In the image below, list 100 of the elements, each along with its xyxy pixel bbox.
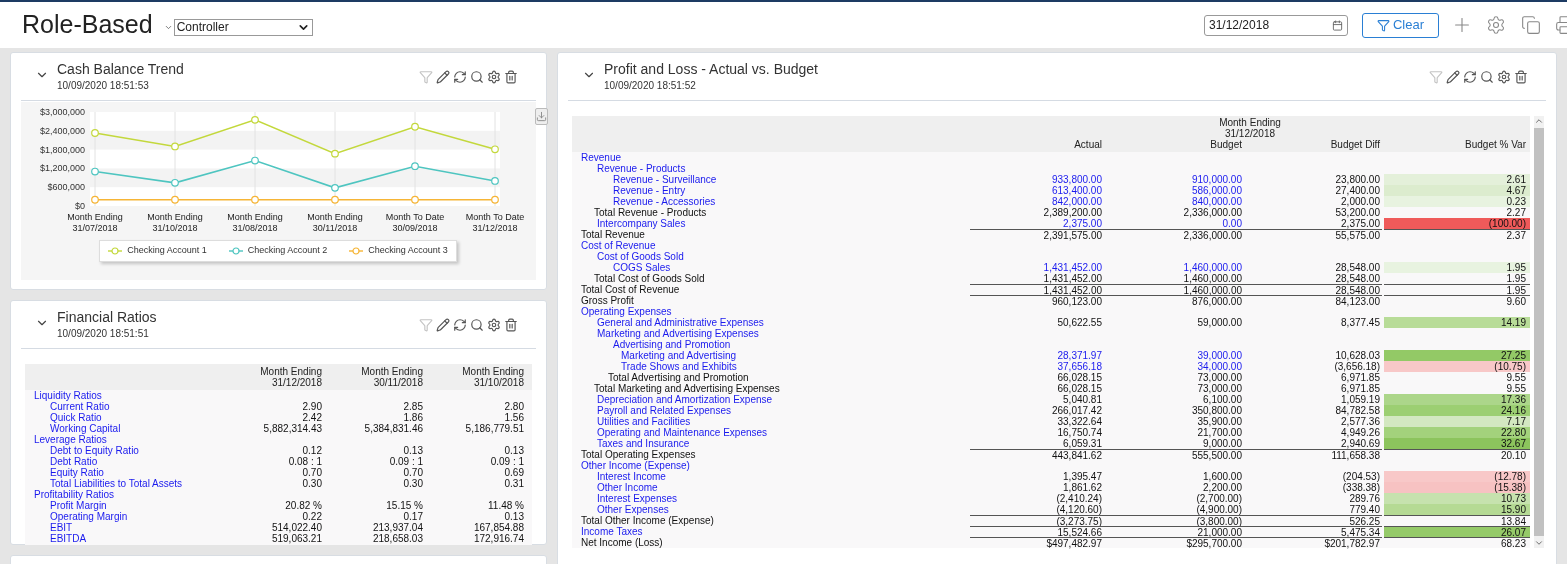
- table-cell[interactable]: 910,000.00: [1104, 174, 1244, 185]
- scroll-down-icon[interactable]: [1534, 538, 1544, 548]
- table-cell[interactable]: 2,375.00: [970, 218, 1104, 229]
- table-cell[interactable]: 28,371.97: [970, 350, 1104, 361]
- trash-icon[interactable]: [504, 70, 518, 84]
- search-icon[interactable]: [470, 318, 484, 332]
- account-link[interactable]: Marketing and Advertising: [572, 350, 970, 361]
- ratio-link[interactable]: Profit Margin: [25, 500, 222, 511]
- account-link[interactable]: Interest Expenses: [572, 493, 970, 504]
- table-cell-text: (204.53): [1341, 471, 1381, 482]
- settings-icon[interactable]: [1497, 70, 1511, 84]
- table-cell-text: 2.85: [402, 401, 423, 412]
- account-link[interactable]: Taxes and Insurance: [572, 438, 970, 449]
- download-button[interactable]: [535, 108, 548, 125]
- ratio-link[interactable]: Equity Ratio: [25, 467, 222, 478]
- table-cell[interactable]: 0.00: [1104, 218, 1244, 229]
- trash-icon[interactable]: [504, 318, 518, 332]
- account-link[interactable]: Trade Shows and Exhibits: [572, 361, 970, 372]
- settings-icon[interactable]: [1486, 15, 1506, 35]
- account-link[interactable]: Interest Income: [572, 471, 970, 482]
- account-link[interactable]: Utilities and Facilities: [572, 416, 970, 427]
- ratio-link[interactable]: Debt to Equity Ratio: [25, 445, 222, 456]
- ratio-link[interactable]: Debt Ratio: [25, 456, 222, 467]
- account-link[interactable]: Other Income (Expense): [572, 460, 970, 471]
- account-link[interactable]: Advertising and Promotion: [572, 339, 970, 350]
- variance-cell: 24.16: [1384, 405, 1530, 416]
- account-link[interactable]: Operating Expenses: [572, 306, 970, 317]
- account-link[interactable]: Revenue - Products: [572, 163, 970, 174]
- ratio-link[interactable]: Working Capital: [25, 423, 222, 434]
- edit-icon[interactable]: [436, 70, 450, 84]
- ratio-group-link[interactable]: Liquidity Ratios: [25, 390, 222, 401]
- filter-icon[interactable]: [1376, 18, 1390, 32]
- calendar-icon[interactable]: [1332, 19, 1343, 31]
- table-cell-text: 15.15 %: [385, 500, 423, 511]
- trash-icon[interactable]: [1514, 70, 1528, 84]
- copy-icon[interactable]: [1521, 15, 1541, 35]
- table-cell-text: 23,800.00: [1334, 174, 1381, 185]
- point: [331, 183, 339, 192]
- ratio-link[interactable]: EBIT: [25, 522, 222, 533]
- clear-button[interactable]: Clear: [1362, 12, 1439, 38]
- table-cell[interactable]: 1,431,452.00: [970, 262, 1104, 273]
- row-label: Total Marketing and Advertising Expenses: [593, 383, 781, 394]
- variance-cell: 0.23: [1384, 196, 1530, 207]
- ratio-link[interactable]: EBITDA: [25, 533, 222, 544]
- role-select[interactable]: Controller: [173, 18, 313, 36]
- ratio-link[interactable]: Total Liabilities to Total Assets: [25, 478, 222, 489]
- account-link[interactable]: Cost of Goods Sold: [572, 251, 970, 262]
- table-cell[interactable]: 840,000.00: [1104, 196, 1244, 207]
- account-link[interactable]: Operating and Maintenance Expenses: [572, 427, 970, 438]
- ratio-link[interactable]: Current Ratio: [25, 401, 222, 412]
- row-label: Total Advertising and Promotion: [608, 372, 749, 383]
- table-cell[interactable]: 613,400.00: [970, 185, 1104, 196]
- variance-cell: (15.38): [1384, 482, 1530, 493]
- table-cell-text: 50,622.55: [1056, 317, 1103, 328]
- account-link[interactable]: Marketing and Advertising Expenses: [572, 328, 970, 339]
- account-link[interactable]: Revenue: [572, 152, 970, 163]
- account-link[interactable]: Revenue - Entry: [572, 185, 970, 196]
- table-cell[interactable]: 933,800.00: [970, 174, 1104, 185]
- edit-icon[interactable]: [1446, 70, 1460, 84]
- ratio-link[interactable]: Quick Ratio: [25, 412, 222, 423]
- account-link[interactable]: COGS Sales: [572, 262, 970, 273]
- variance-cell: 26.07: [1384, 526, 1530, 538]
- table-cell[interactable]: 1,460,000.00: [1104, 262, 1244, 273]
- table-cell: 2,391,575.00: [970, 229, 1104, 241]
- table-cell-text: 8,377.45: [1340, 317, 1381, 328]
- search-icon[interactable]: [470, 70, 484, 84]
- table-cell[interactable]: 37,656.18: [970, 361, 1104, 372]
- account-link[interactable]: Revenue - Accessories: [572, 196, 970, 207]
- account-link[interactable]: Intercompany Sales: [572, 218, 970, 229]
- edit-icon[interactable]: [436, 318, 450, 332]
- search-icon[interactable]: [1480, 70, 1494, 84]
- account-link[interactable]: Income Taxes: [572, 526, 970, 538]
- account-link[interactable]: General and Administrative Expenses: [572, 317, 970, 328]
- account-link[interactable]: Revenue - Surveillance: [572, 174, 970, 185]
- table-cell-text: (4,900.00): [1195, 504, 1243, 515]
- account-link[interactable]: Other Income: [572, 482, 970, 493]
- refresh-icon[interactable]: [453, 70, 467, 84]
- scroll-up-icon[interactable]: [1534, 116, 1544, 126]
- refresh-icon[interactable]: [1463, 70, 1477, 84]
- ratio-link[interactable]: Operating Margin: [25, 511, 222, 522]
- ratio-group-link[interactable]: Profitability Ratios: [25, 489, 222, 500]
- table-cell[interactable]: 586,000.00: [1104, 185, 1244, 196]
- table-cell-text: 28,548.00: [1334, 262, 1381, 273]
- table-cell[interactable]: 39,000.00: [1104, 350, 1244, 361]
- settings-icon[interactable]: [487, 70, 501, 84]
- settings-icon[interactable]: [487, 318, 501, 332]
- date-field[interactable]: 31/12/2018: [1204, 14, 1348, 36]
- table-cell[interactable]: 34,000.00: [1104, 361, 1244, 372]
- table-cell-text: 0.13: [503, 511, 524, 522]
- refresh-icon[interactable]: [453, 318, 467, 332]
- account-link[interactable]: Payroll and Related Expenses: [572, 405, 970, 416]
- card-title: Profit and Loss - Actual vs. Budget: [604, 60, 818, 78]
- point: [251, 195, 259, 204]
- account-link[interactable]: Depreciation and Amortization Expense: [572, 394, 970, 405]
- account-link[interactable]: Other Expenses: [572, 504, 970, 515]
- ratio-group-link[interactable]: Leverage Ratios: [25, 434, 222, 445]
- table-cell-text: 2,375.00: [1340, 218, 1381, 229]
- y-axis-label: $1,200,000: [39, 163, 85, 174]
- account-link[interactable]: Cost of Revenue: [572, 240, 970, 251]
- table-cell[interactable]: 842,000.00: [970, 196, 1104, 207]
